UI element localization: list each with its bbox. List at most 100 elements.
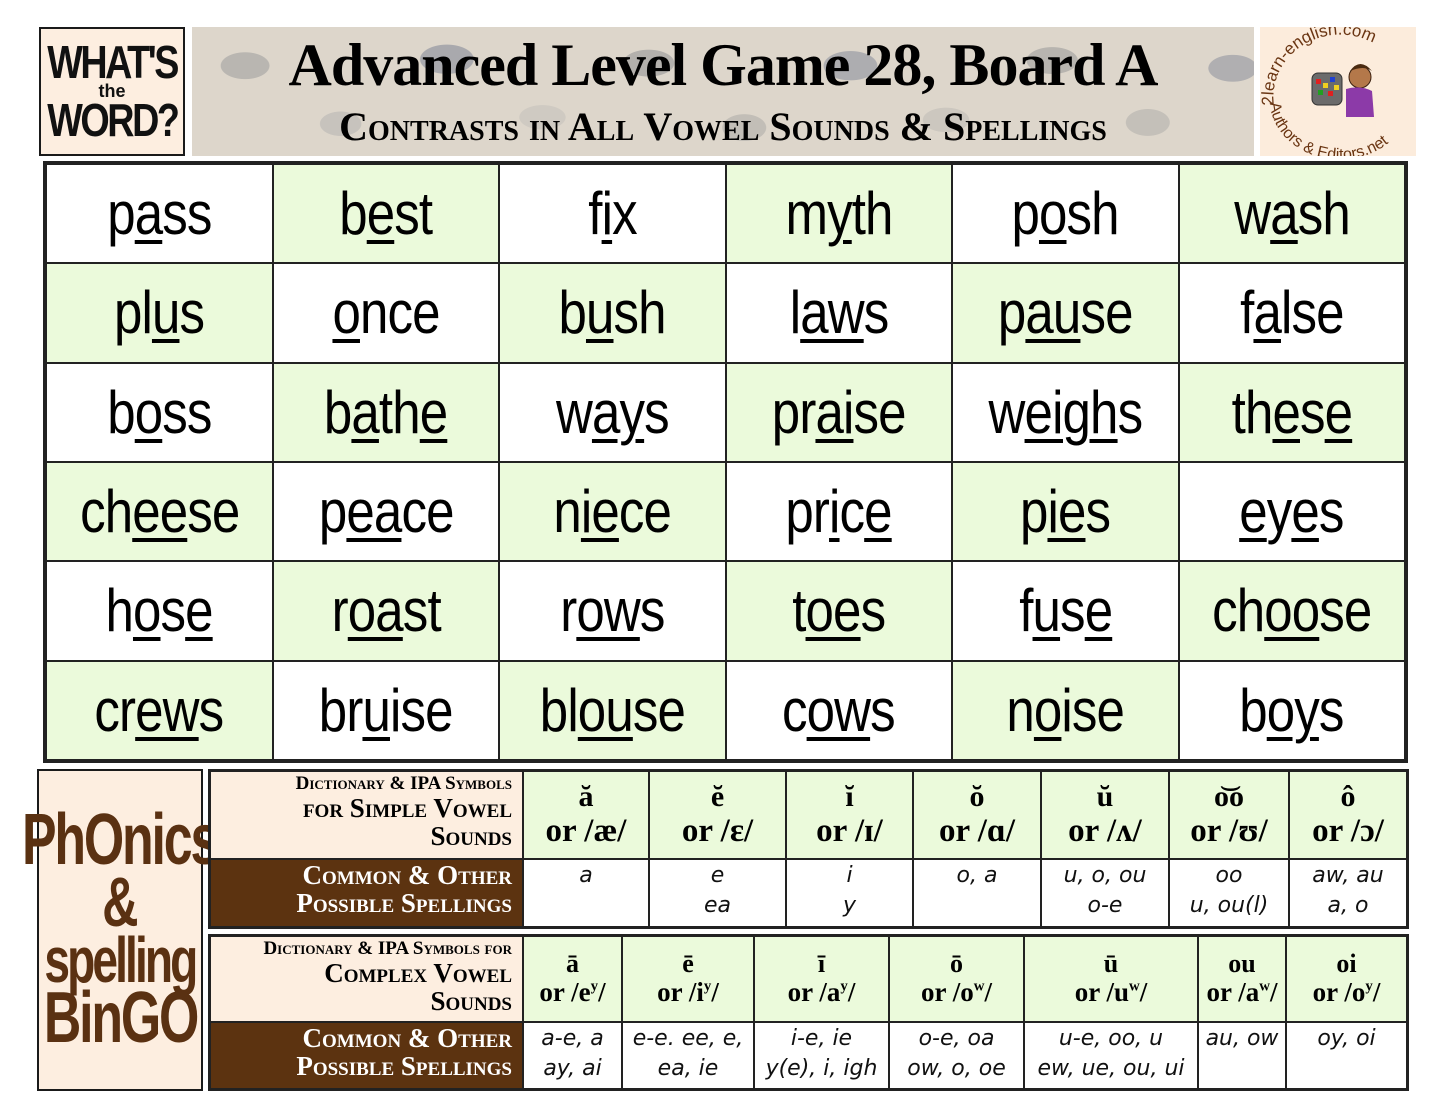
underlined-vowel: ow — [806, 676, 871, 744]
bingo-word: choose — [1212, 576, 1372, 645]
underlined-vowel: u — [586, 279, 614, 347]
word-part: b — [1239, 676, 1268, 744]
bingo-word: plus — [114, 278, 206, 347]
bingo-cell-ways[interactable]: ways — [499, 362, 726, 462]
bingo-word: boys — [1239, 676, 1345, 745]
underlined-vowel: ow — [576, 577, 640, 645]
complex-vowel-label: Dictionary & IPA Symbols for Complex Vow… — [211, 937, 524, 1023]
bingo-cell-weighs[interactable]: weighs — [952, 362, 1179, 462]
word-part: se — [632, 676, 686, 744]
bingo-cell-hose[interactable]: hose — [46, 561, 273, 661]
word-part: pr — [771, 378, 817, 446]
ipa-symbol: or /ɔ/ — [1312, 813, 1384, 850]
underlined-vowel: ou — [577, 676, 634, 744]
vowel-symbol: ă — [578, 780, 594, 814]
word-part: s — [639, 577, 666, 645]
bingo-cell-bruise[interactable]: bruise — [272, 660, 499, 760]
spelling-cell: e ea — [650, 860, 787, 926]
word-part: s — [160, 577, 187, 645]
bingo-cell-laws[interactable]: laws — [725, 263, 952, 363]
bingo-cell-pause[interactable]: pause — [952, 263, 1179, 363]
vowel-symbol: o͝o — [1214, 780, 1244, 814]
spellings-label: Common & Other Possible Spellings — [211, 860, 524, 926]
spelling-cell: i-e, ie y(e), i, igh — [755, 1023, 890, 1088]
bingo-cell-peace[interactable]: peace — [272, 462, 499, 562]
bingo-cell-pies[interactable]: pies — [952, 462, 1179, 562]
bingo-word: cows — [782, 676, 896, 745]
vowel-symbol-cell: ĭ or /ɪ/ — [787, 772, 914, 860]
underlined-vowel: e — [366, 180, 395, 248]
bingo-cell-price[interactable]: price — [725, 462, 952, 562]
vowel-symbol: ĕ — [710, 780, 725, 814]
bingo-cell-boss[interactable]: boss — [46, 362, 273, 462]
bingo-cell-these[interactable]: these — [1178, 362, 1405, 462]
bingo-word: once — [332, 278, 440, 347]
bingo-cell-cheese[interactable]: cheese — [46, 462, 273, 562]
label-line: Sounds — [430, 821, 512, 852]
bingo-cell-posh[interactable]: posh — [952, 164, 1179, 264]
word-part: p — [1020, 478, 1048, 546]
bingo-word: false — [1240, 278, 1344, 347]
underlined-vowel: e — [1272, 378, 1300, 446]
spelling-cell: i y — [787, 860, 914, 926]
word-part: se — [1080, 279, 1133, 347]
title-banner: Advanced Level Game 28, Board A Contrast… — [192, 27, 1254, 156]
bingo-cell-blouse[interactable]: blouse — [499, 660, 726, 760]
bingo-cell-once[interactable]: once — [272, 263, 499, 363]
word-part: se — [1319, 577, 1372, 645]
word-part: w — [988, 378, 1025, 446]
bingo-cell-false[interactable]: false — [1178, 263, 1405, 363]
underlined-vowel: ie — [580, 478, 620, 546]
spelling-cell: a — [524, 860, 650, 926]
spelling-cell: o, a — [914, 860, 1042, 926]
bingo-cell-choose[interactable]: choose — [1178, 561, 1405, 661]
bingo-cell-roast[interactable]: roast — [272, 561, 499, 661]
bingo-cell-bush[interactable]: bush — [499, 263, 726, 363]
word-part: t — [792, 577, 806, 645]
bingo-cell-noise[interactable]: noise — [952, 660, 1179, 760]
bingo-word: bush — [559, 278, 667, 347]
bingo-cell-boys[interactable]: boys — [1178, 660, 1405, 760]
vowel-symbol-cell: ô or /ɔ/ — [1290, 772, 1406, 860]
word-part: c — [839, 478, 866, 546]
bingo-cell-best[interactable]: best — [272, 164, 499, 264]
bingo-cell-bathe[interactable]: bathe — [272, 362, 499, 462]
word-part: s — [1319, 478, 1344, 546]
label-line: Common & Other — [302, 1023, 512, 1053]
bingo-cell-pass[interactable]: pass — [46, 164, 273, 264]
bingo-cell-eyes[interactable]: eyes — [1178, 462, 1405, 562]
bingo-word: pies — [1020, 477, 1111, 546]
label-line: Dictionary & IPA Symbols — [295, 773, 512, 794]
word-part: lse — [1280, 279, 1344, 347]
spelling-cell: oy, oi — [1287, 1023, 1406, 1088]
word-part: f — [588, 180, 602, 248]
underlined-vowel: u — [362, 676, 391, 744]
bingo-cell-niece[interactable]: niece — [499, 462, 726, 562]
word-part: s — [179, 279, 206, 347]
word-part: th — [379, 378, 421, 446]
bingo-cell-crews[interactable]: crews — [46, 660, 273, 760]
bingo-cell-toes[interactable]: toes — [725, 561, 952, 661]
spelling-cell: u, o, ou o-e — [1042, 860, 1170, 926]
bingo-cell-fuse[interactable]: fuse — [952, 561, 1179, 661]
word-part: se — [853, 378, 906, 446]
ipa-symbol: or /ey/ — [524, 978, 621, 1008]
ipa-superscript: w — [973, 979, 985, 996]
bingo-cell-plus[interactable]: plus — [46, 263, 273, 363]
bingo-cell-myth[interactable]: myth — [725, 164, 952, 264]
bingo-word: pass — [107, 179, 212, 248]
vowel-symbol: ou — [1228, 948, 1256, 978]
ipa-slash: / — [1139, 977, 1148, 1008]
ipa-symbol: or /uw/ — [1025, 978, 1197, 1008]
bingo-cell-fix[interactable]: fix — [499, 164, 726, 264]
vowel-symbol-cell: ŭ or /ʌ/ — [1042, 772, 1170, 860]
ipa-symbol: or /aw/ — [1199, 978, 1285, 1008]
bingo-cell-praise[interactable]: praise — [725, 362, 952, 462]
word-part: w — [1233, 180, 1271, 248]
bingo-cell-cows[interactable]: cows — [725, 660, 952, 760]
underlined-vowel: e — [1324, 378, 1353, 446]
bingo-cell-rows[interactable]: rows — [499, 561, 726, 661]
ipa-slash: / — [598, 977, 606, 1008]
bingo-cell-wash[interactable]: wash — [1178, 164, 1405, 264]
vowel-symbol: ĭ — [845, 780, 854, 814]
